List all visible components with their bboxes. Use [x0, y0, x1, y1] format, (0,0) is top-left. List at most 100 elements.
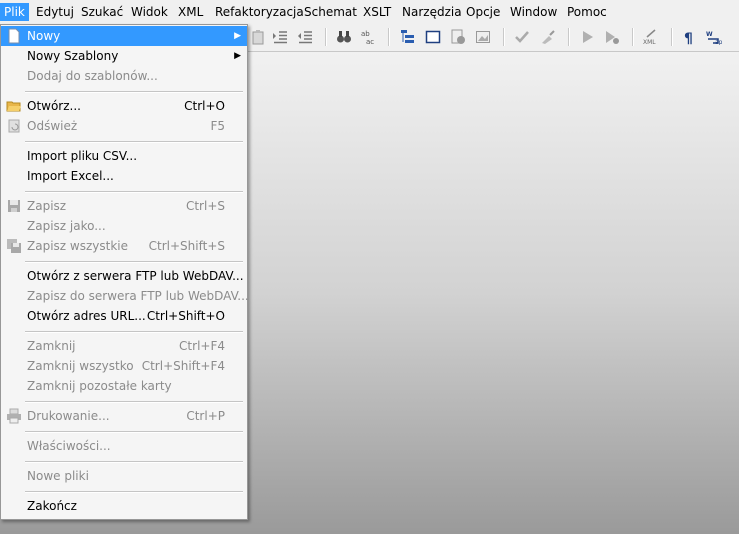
menu-item-label: Zapisz do serwera FTP lub WebDAV... [27, 289, 249, 303]
menu-separator [25, 141, 243, 143]
menu-item-nowe-pliki[interactable]: Nowe pliki [1, 466, 247, 486]
menu-item-nowy-szablony[interactable]: Nowy Szablony ▶ [1, 46, 247, 66]
menu-pomoc[interactable]: Pomoc [563, 3, 611, 21]
menu-separator [25, 491, 243, 493]
menu-item-label: Drukowanie... [27, 409, 110, 423]
menu-item-drukowanie[interactable]: Drukowanie... Ctrl+P [1, 406, 247, 426]
menu-widok[interactable]: Widok [127, 3, 172, 21]
menu-item-otworz[interactable]: Otwórz... Ctrl+O [1, 96, 247, 116]
menu-item-wlasciwosci[interactable]: Właściwości... [1, 436, 247, 456]
menu-item-label: Nowy [27, 29, 61, 43]
menu-item-label: Właściwości... [27, 439, 111, 453]
menu-item-zapisz-ftp[interactable]: Zapisz do serwera FTP lub WebDAV... [1, 286, 249, 306]
menu-item-label: Zakończ [27, 499, 77, 513]
menu-schemat[interactable]: Schemat [300, 3, 361, 21]
svg-text:ac: ac [366, 38, 374, 45]
menu-opcje[interactable]: Opcje [462, 3, 504, 21]
menu-szukac[interactable]: Szukać [77, 3, 127, 21]
menu-item-label: Nowy Szablony [27, 49, 119, 63]
svg-text:¶: ¶ [684, 31, 693, 45]
refresh-icon [8, 119, 20, 133]
menu-item-label: Otwórz... [27, 99, 81, 113]
tag-icon[interactable] [450, 29, 466, 45]
menu-xslt[interactable]: XSLT [359, 3, 395, 21]
menu-separator [25, 191, 243, 193]
menu-item-zamknij-wszystko[interactable]: Zamknij wszystko Ctrl+Shift+F4 [1, 356, 247, 376]
menu-item-shortcut: Ctrl+O [184, 99, 225, 113]
new-file-icon [8, 28, 20, 44]
svg-text:ab: ab [361, 30, 370, 38]
submenu-arrow-icon: ▶ [234, 51, 241, 61]
menu-item-odswiez[interactable]: Odśwież F5 [1, 116, 247, 136]
file-menu-dropdown: Nowy ▶ Nowy Szablony ▶ Dodaj do szablonó… [0, 24, 249, 520]
menu-separator [25, 461, 243, 463]
replace-icon[interactable]: abac [360, 29, 376, 45]
menu-separator [25, 431, 243, 433]
menu-item-otworz-url[interactable]: Otwórz adres URL... Ctrl+Shift+O [1, 306, 247, 326]
menu-bar: Plik Edytuj Szukać Widok XML Refaktoryza… [0, 0, 739, 25]
find-icon[interactable] [336, 29, 352, 45]
menu-item-shortcut: Ctrl+S [185, 199, 225, 213]
print-icon [7, 408, 21, 424]
menu-item-label: Zapisz [27, 199, 67, 213]
menu-item-label: Otwórz adres URL... [27, 309, 146, 323]
xml-icon[interactable]: XML [643, 29, 659, 45]
paste-icon[interactable] [250, 29, 266, 45]
check-icon[interactable] [514, 29, 530, 45]
window-icon[interactable] [425, 29, 441, 45]
menu-item-label: Otwórz z serwera FTP lub WebDAV... [27, 269, 244, 283]
menu-item-nowy[interactable]: Nowy ▶ [1, 26, 247, 46]
paragraph-icon[interactable]: ¶ [681, 29, 697, 45]
outdent-icon[interactable] [297, 29, 313, 45]
menu-item-shortcut: Ctrl+Shift+F4 [141, 359, 225, 373]
menu-item-zamknij[interactable]: Zamknij Ctrl+F4 [1, 336, 247, 356]
menu-plik[interactable]: Plik [0, 3, 29, 21]
menu-window[interactable]: Window [506, 3, 561, 21]
menu-separator [25, 91, 243, 93]
menu-item-zamknij-pozostale[interactable]: Zamknij pozostałe karty [1, 376, 247, 396]
indent-icon[interactable] [272, 29, 288, 45]
menu-item-import-excel[interactable]: Import Excel... [1, 166, 247, 186]
menu-item-label: Import pliku CSV... [27, 149, 138, 163]
clean-icon[interactable] [540, 29, 556, 45]
menu-item-label: Zapisz wszystkie [27, 239, 128, 253]
menu-narzedzia[interactable]: Narzędzia [398, 3, 466, 21]
svg-text:XML: XML [643, 39, 656, 45]
menu-item-dodaj-do-szablonow[interactable]: Dodaj do szablonów... [1, 66, 247, 86]
svg-text:ap: ap [715, 39, 722, 45]
outline-icon[interactable] [400, 29, 416, 45]
menu-separator [25, 261, 243, 263]
menu-item-zapisz-wszystkie[interactable]: Zapisz wszystkie Ctrl+Shift+S [1, 236, 247, 256]
menu-item-label: Nowe pliki [27, 469, 89, 483]
menu-separator [25, 331, 243, 333]
save-icon [8, 200, 20, 212]
menu-item-label: Zamknij wszystko [27, 359, 134, 373]
menu-item-otworz-ftp[interactable]: Otwórz z serwera FTP lub WebDAV... [1, 266, 247, 286]
run-icon[interactable] [579, 29, 595, 45]
menu-item-label: Zamknij [27, 339, 76, 353]
menu-item-import-csv[interactable]: Import pliku CSV... [1, 146, 247, 166]
menu-item-zapisz-jako[interactable]: Zapisz jako... [1, 216, 247, 236]
menu-item-label: Import Excel... [27, 169, 114, 183]
menu-edytuj[interactable]: Edytuj [32, 3, 78, 21]
menu-item-shortcut: Ctrl+F4 [179, 339, 225, 353]
menu-separator [25, 401, 243, 403]
svg-text:W: W [706, 31, 713, 38]
menu-item-shortcut: Ctrl+Shift+S [148, 239, 225, 253]
menu-xml[interactable]: XML [174, 3, 207, 21]
menu-item-zakoncz[interactable]: Zakończ [1, 496, 247, 516]
menu-item-label: Zapisz jako... [27, 219, 106, 233]
menu-item-zapisz[interactable]: Zapisz Ctrl+S [1, 196, 247, 216]
save-all-icon [7, 239, 21, 253]
menu-refaktoryzacja[interactable]: Refaktoryzacja [211, 3, 308, 21]
wrap-icon[interactable]: Wap [706, 29, 722, 45]
submenu-arrow-icon: ▶ [234, 31, 241, 41]
menu-item-label: Dodaj do szablonów... [27, 69, 158, 83]
image-icon[interactable] [475, 29, 491, 45]
menu-item-shortcut: F5 [210, 119, 225, 133]
menu-item-shortcut: Ctrl+Shift+O [146, 309, 225, 323]
run-config-icon[interactable] [604, 29, 620, 45]
menu-item-shortcut: Ctrl+P [186, 409, 225, 423]
menu-item-label: Zamknij pozostałe karty [27, 379, 172, 393]
folder-open-icon [6, 101, 21, 112]
